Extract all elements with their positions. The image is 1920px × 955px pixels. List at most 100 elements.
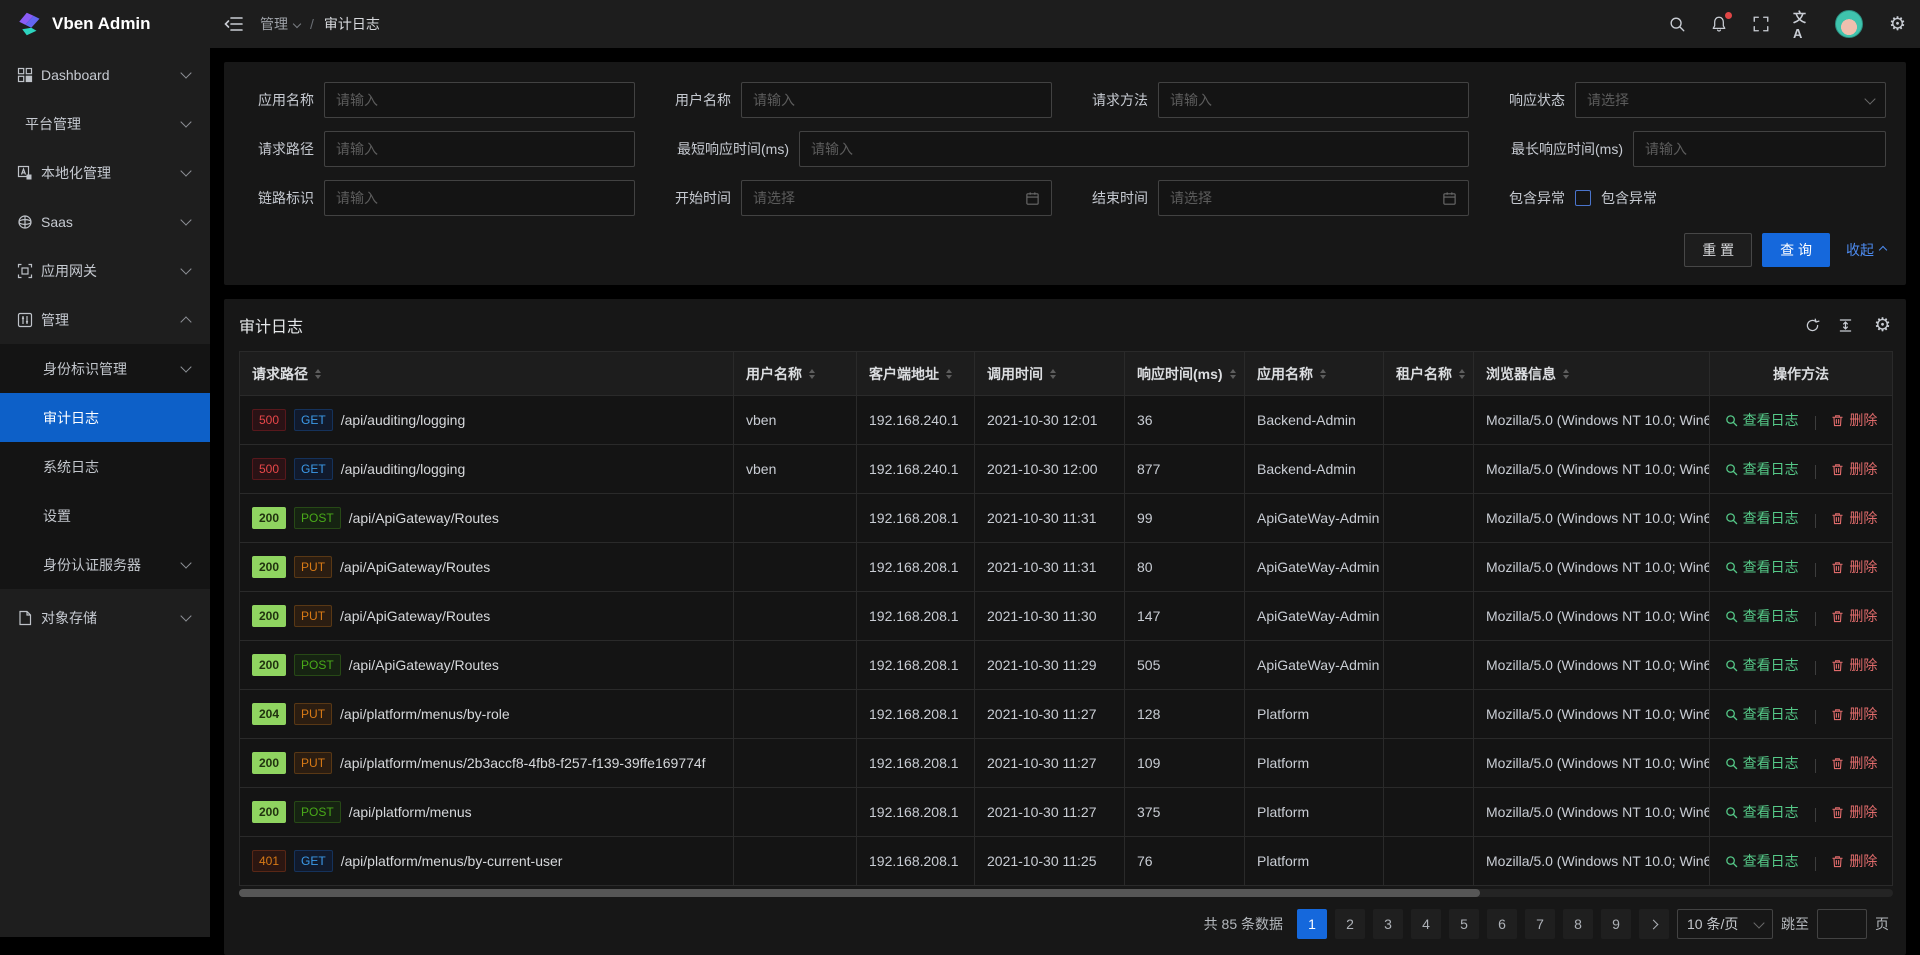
page-button[interactable]: 8 bbox=[1563, 909, 1593, 939]
sidebar-item-system-log[interactable]: 系统日志 bbox=[0, 442, 210, 491]
delete-button[interactable]: 删除 bbox=[1831, 753, 1877, 773]
sidebar-item-identity-management[interactable]: 身份标识管理 bbox=[0, 344, 210, 393]
horizontal-scrollbar[interactable] bbox=[239, 889, 1893, 897]
sidebar-item-settings[interactable]: 设置 bbox=[0, 491, 210, 540]
sidebar-item-manage[interactable]: 管理 bbox=[0, 295, 210, 344]
sidebar-item-auth-server[interactable]: 身份认证服务器 bbox=[0, 540, 210, 589]
view-log-button[interactable]: 查看日志 bbox=[1725, 655, 1799, 675]
cell-client-address: 192.168.208.1 bbox=[857, 543, 975, 592]
page-button[interactable]: 7 bbox=[1525, 909, 1555, 939]
view-log-button[interactable]: 查看日志 bbox=[1725, 753, 1799, 773]
row-height-icon[interactable] bbox=[1837, 317, 1854, 334]
sidebar-item-dashboard[interactable]: Dashboard bbox=[0, 50, 210, 99]
end-time-picker[interactable]: 请选择 bbox=[1158, 180, 1469, 216]
start-time-picker[interactable]: 请选择 bbox=[741, 180, 1052, 216]
column-header[interactable]: 响应时间(ms) bbox=[1125, 352, 1245, 396]
delete-button[interactable]: 删除 bbox=[1831, 655, 1877, 675]
sidebar-item-object-storage[interactable]: 对象存储 bbox=[0, 593, 210, 642]
reset-button[interactable]: 重 置 bbox=[1684, 233, 1752, 267]
user-name-input[interactable] bbox=[741, 82, 1052, 118]
collapse-filter-link[interactable]: 收起 bbox=[1846, 240, 1886, 260]
column-header[interactable]: 应用名称 bbox=[1245, 352, 1384, 396]
cell-tenant-name bbox=[1384, 739, 1474, 788]
method-input[interactable] bbox=[1158, 82, 1469, 118]
view-log-button[interactable]: 查看日志 bbox=[1725, 851, 1799, 871]
status-select[interactable]: 请选择 bbox=[1575, 82, 1886, 118]
delete-button[interactable]: 删除 bbox=[1831, 410, 1877, 430]
jump-page-input[interactable] bbox=[1817, 909, 1867, 939]
page-button[interactable]: 3 bbox=[1373, 909, 1403, 939]
column-header[interactable]: 操作方法 bbox=[1710, 352, 1893, 396]
max-time-input[interactable] bbox=[1633, 131, 1886, 167]
view-log-label: 查看日志 bbox=[1743, 606, 1799, 626]
breadcrumb-parent[interactable]: 管理 bbox=[260, 14, 300, 34]
column-header[interactable]: 浏览器信息 bbox=[1474, 352, 1710, 396]
delete-button[interactable]: 删除 bbox=[1831, 851, 1877, 871]
view-log-button[interactable]: 查看日志 bbox=[1725, 459, 1799, 479]
delete-button[interactable]: 删除 bbox=[1831, 459, 1877, 479]
delete-button[interactable]: 删除 bbox=[1831, 557, 1877, 577]
divider bbox=[1815, 612, 1816, 626]
path-input[interactable] bbox=[324, 131, 635, 167]
trash-icon bbox=[1831, 561, 1844, 574]
delete-button[interactable]: 删除 bbox=[1831, 606, 1877, 626]
column-header[interactable]: 租户名称 bbox=[1384, 352, 1474, 396]
breadcrumb: 管理 / 审计日志 bbox=[260, 14, 380, 34]
column-settings-gear-icon[interactable]: ⚙ bbox=[1874, 316, 1891, 335]
delete-button[interactable]: 删除 bbox=[1831, 802, 1877, 822]
page-size-select[interactable]: 10 条/页 bbox=[1677, 909, 1773, 939]
delete-button[interactable]: 删除 bbox=[1831, 508, 1877, 528]
notification-bell-icon[interactable] bbox=[1709, 14, 1729, 34]
sidebar-item-localization[interactable]: 本地化管理 bbox=[0, 148, 210, 197]
manage-icon bbox=[17, 312, 33, 328]
status-badge: 204 bbox=[252, 703, 286, 725]
trace-id-input[interactable] bbox=[324, 180, 635, 216]
page-button[interactable]: 5 bbox=[1449, 909, 1479, 939]
request-path: /api/ApiGateway/Routes bbox=[340, 559, 490, 575]
cell-actions: 查看日志 删除 bbox=[1710, 445, 1893, 494]
page-button[interactable]: 6 bbox=[1487, 909, 1517, 939]
view-log-button[interactable]: 查看日志 bbox=[1725, 410, 1799, 430]
page-button[interactable]: 4 bbox=[1411, 909, 1441, 939]
search-button[interactable]: 查 询 bbox=[1762, 233, 1830, 267]
trash-icon bbox=[1831, 708, 1844, 721]
column-header[interactable]: 用户名称 bbox=[734, 352, 857, 396]
min-time-input[interactable] bbox=[799, 131, 1469, 167]
delete-button[interactable]: 删除 bbox=[1831, 704, 1877, 724]
view-log-button[interactable]: 查看日志 bbox=[1725, 508, 1799, 528]
page-button[interactable]: 1 bbox=[1297, 909, 1327, 939]
scrollbar-thumb[interactable] bbox=[239, 889, 1480, 897]
chevron-right-icon bbox=[1648, 919, 1658, 929]
chevron-up-icon bbox=[180, 316, 191, 327]
column-header[interactable]: 调用时间 bbox=[975, 352, 1125, 396]
page-button[interactable]: 2 bbox=[1335, 909, 1365, 939]
cell-tenant-name bbox=[1384, 690, 1474, 739]
page-button[interactable]: 9 bbox=[1601, 909, 1631, 939]
sidebar-item-audit-log[interactable]: 审计日志 bbox=[0, 393, 210, 442]
panel-title: 审计日志 bbox=[239, 313, 303, 337]
sidebar-item-saas[interactable]: Saas bbox=[0, 197, 210, 246]
menu-fold-icon[interactable] bbox=[224, 14, 244, 34]
view-log-button[interactable]: 查看日志 bbox=[1725, 557, 1799, 577]
app-name-input[interactable] bbox=[324, 82, 635, 118]
view-log-button[interactable]: 查看日志 bbox=[1725, 802, 1799, 822]
avatar[interactable] bbox=[1835, 10, 1863, 38]
view-log-button[interactable]: 查看日志 bbox=[1725, 606, 1799, 626]
table-toolbar: ⚙ bbox=[1804, 316, 1891, 335]
field-label: 链路标识 bbox=[244, 188, 314, 208]
translate-icon[interactable]: 文A bbox=[1793, 14, 1813, 34]
app-logo[interactable]: Vben Admin bbox=[0, 0, 210, 48]
sidebar-item-platform[interactable]: 平台管理 bbox=[0, 99, 210, 148]
view-log-button[interactable]: 查看日志 bbox=[1725, 704, 1799, 724]
next-page-button[interactable] bbox=[1639, 909, 1669, 939]
cell-response-time: 76 bbox=[1125, 837, 1245, 886]
column-header[interactable]: 请求路径 bbox=[240, 352, 734, 396]
refresh-icon[interactable] bbox=[1804, 317, 1821, 334]
settings-gear-icon[interactable]: ⚙ bbox=[1889, 15, 1906, 34]
has-exception-checkbox[interactable] bbox=[1575, 190, 1591, 206]
search-icon[interactable] bbox=[1667, 14, 1687, 34]
chevron-down-icon bbox=[180, 361, 191, 372]
column-header[interactable]: 客户端地址 bbox=[857, 352, 975, 396]
sidebar-item-gateway[interactable]: 应用网关 bbox=[0, 246, 210, 295]
fullscreen-icon[interactable] bbox=[1751, 14, 1771, 34]
